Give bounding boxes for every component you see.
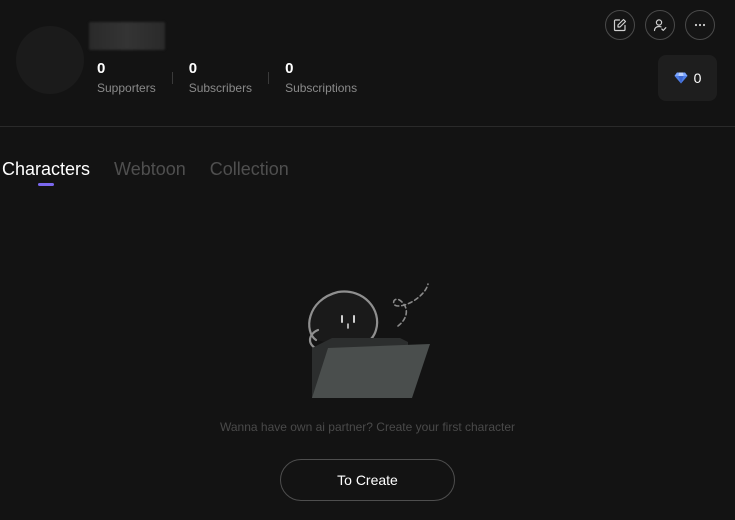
stat-label: Subscriptions	[285, 81, 358, 95]
tab-characters[interactable]: Characters	[2, 158, 90, 180]
stat-divider	[171, 72, 173, 84]
stat-supporters[interactable]: 0 Supporters	[97, 60, 156, 95]
stat-divider	[268, 72, 270, 84]
stat-label: Supporters	[97, 81, 156, 95]
more-options-button[interactable]	[685, 10, 715, 40]
gem-balance[interactable]: 0	[658, 55, 717, 101]
stat-value: 0	[285, 60, 294, 77]
more-icon	[694, 23, 706, 27]
user-check-icon	[653, 19, 667, 32]
active-tab-indicator	[38, 183, 54, 186]
stat-subscriptions[interactable]: 0 Subscriptions	[285, 60, 357, 95]
profile-tabs: Characters Webtoon Collection	[2, 158, 313, 180]
stat-value: 0	[188, 60, 198, 77]
edit-icon	[613, 18, 627, 32]
stat-value: 0	[97, 60, 106, 77]
edit-profile-button[interactable]	[605, 10, 635, 40]
tab-collection[interactable]: Collection	[210, 158, 289, 180]
empty-state-illustration	[308, 283, 430, 398]
diamond-icon	[674, 72, 688, 84]
username-blurred	[89, 22, 165, 50]
tab-webtoon[interactable]: Webtoon	[114, 158, 186, 180]
stat-label: Subscribers	[188, 81, 253, 95]
empty-state-message: Wanna have own ai partner? Create your f…	[219, 420, 516, 434]
profile-page: 0 Supporters 0 Subscribers 0 Subscriptio…	[0, 0, 735, 520]
follow-button[interactable]	[645, 10, 675, 40]
gem-count: 0	[693, 70, 702, 86]
stat-subscribers[interactable]: 0 Subscribers	[189, 60, 252, 95]
create-character-button[interactable]: To Create	[280, 459, 455, 501]
avatar[interactable]	[16, 26, 84, 94]
header-divider	[0, 126, 735, 127]
profile-stats: 0 Supporters 0 Subscribers 0 Subscriptio…	[97, 60, 357, 95]
